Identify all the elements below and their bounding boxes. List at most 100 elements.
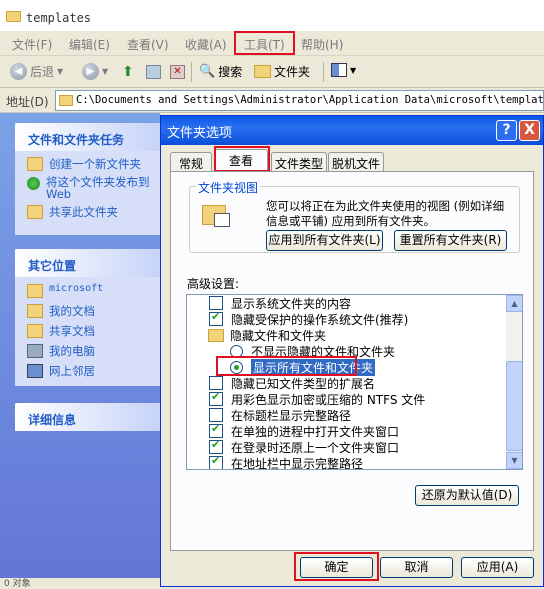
checkbox-checked[interactable]: [209, 422, 223, 438]
place-microsoft[interactable]: microsoft: [27, 283, 103, 298]
task-label: 共享此文件夹: [49, 205, 118, 219]
address-bar: 地址(D) C:\Documents and Settings\Administ…: [0, 88, 544, 113]
setting-row[interactable]: 在标题栏显示完整路径: [187, 407, 502, 423]
dropdown-icon: ▼: [350, 65, 357, 75]
back-arrow-icon: ◀: [10, 63, 27, 80]
scroll-up-arrow-icon[interactable]: ▲: [506, 295, 522, 312]
toolbar-separator: [191, 62, 192, 82]
help-icon: ?: [502, 122, 511, 138]
new-folder-icon: [27, 157, 43, 171]
description-line: 您可以将正在为此文件夹使用的视图 (例如详细: [266, 199, 505, 213]
setting-row[interactable]: 隐藏受保护的操作系统文件(推荐): [187, 310, 502, 327]
setting-label: 用彩色显示加密或压缩的 NTFS 文件: [231, 392, 426, 407]
other-places-panel: 其它位置 microsoft 我的文档 共享文档 我的电脑 网上邻居: [15, 249, 160, 386]
folders-label: 文件夹: [274, 65, 311, 79]
search-icon: 🔍: [199, 64, 216, 79]
globe-icon: [27, 177, 40, 190]
setting-row[interactable]: 显示系统文件夹的内容: [187, 295, 502, 311]
apply-button[interactable]: 应用(A): [461, 557, 534, 578]
close-button[interactable]: X: [519, 120, 540, 141]
help-button[interactable]: ?: [496, 120, 517, 141]
menu-file[interactable]: 文件(F): [12, 36, 52, 53]
reset-all-folders-button[interactable]: 重置所有文件夹(R): [394, 230, 507, 251]
setting-label: 在地址栏中显示完整路径: [231, 456, 364, 470]
forward-arrow-icon: ▶: [82, 63, 99, 80]
checkbox[interactable]: [209, 408, 223, 422]
place-my-documents[interactable]: 我的文档: [27, 303, 95, 319]
file-tasks-title[interactable]: 文件和文件夹任务: [15, 123, 160, 151]
menu-favorites[interactable]: 收藏(A): [185, 36, 227, 53]
setting-label: 隐藏受保护的操作系统文件(推荐): [231, 312, 409, 327]
advanced-settings-tree[interactable]: 显示系统文件夹的内容 隐藏受保护的操作系统文件(推荐) 隐藏文件和文件夹 不显示…: [186, 294, 523, 470]
up-folder-icon[interactable]: ⬆: [122, 65, 136, 79]
place-my-computer[interactable]: 我的电脑: [27, 343, 95, 359]
setting-row[interactable]: 用彩色显示加密或压缩的 NTFS 文件: [187, 390, 502, 407]
checkbox-checked[interactable]: [209, 438, 223, 454]
folders-button[interactable]: 文件夹: [254, 63, 310, 80]
menu-bar: 文件(F) 编辑(E) 查看(V) 收藏(A) 工具(T) 帮助(H): [0, 31, 544, 56]
checkbox[interactable]: [209, 296, 223, 310]
view-tab-highlight-box: [214, 146, 270, 172]
tree-scrollbar[interactable]: ▲ ▼: [506, 295, 522, 469]
file-tasks-panel: 文件和文件夹任务 创建一个新文件夹 将这个文件夹发布到 Web 共享此文件夹: [15, 123, 160, 235]
setting-row[interactable]: 在单独的进程中打开文件夹窗口: [187, 422, 502, 439]
setting-row[interactable]: 在登录时还原上一个文件夹窗口: [187, 438, 502, 455]
address-label: 地址(D): [6, 95, 49, 109]
delete-icon[interactable]: ✕: [170, 65, 185, 79]
status-bar: 0 对象: [0, 578, 160, 589]
forward-button[interactable]: ▶ ▼: [82, 63, 108, 80]
views-button[interactable]: ▼: [331, 63, 356, 77]
dialog-title: 文件夹选项: [167, 126, 233, 141]
tab-file-types[interactable]: 文件类型: [271, 152, 327, 171]
menu-edit[interactable]: 编辑(E): [69, 36, 110, 53]
menu-view[interactable]: 查看(V): [127, 36, 169, 53]
tab-offline-files[interactable]: 脱机文件: [328, 152, 384, 171]
place-label: 共享文档: [49, 324, 95, 338]
menu-tools[interactable]: 工具(T): [244, 36, 285, 53]
folder-views-icon: [202, 201, 230, 227]
place-network[interactable]: 网上邻居: [27, 363, 95, 379]
checkbox-checked[interactable]: [209, 390, 223, 406]
network-icon: [27, 364, 43, 378]
checkbox[interactable]: [209, 376, 223, 390]
scroll-thumb[interactable]: [506, 361, 522, 451]
my-documents-icon: [27, 304, 43, 318]
place-shared-documents[interactable]: 共享文档: [27, 323, 95, 339]
setting-row[interactable]: 隐藏已知文件类型的扩展名: [187, 375, 502, 391]
tab-general[interactable]: 常规: [170, 152, 212, 171]
checkbox-checked[interactable]: [209, 454, 223, 469]
address-input[interactable]: C:\Documents and Settings\Administrator\…: [55, 90, 544, 111]
back-button[interactable]: ◀ 后退 ▼: [10, 63, 63, 80]
place-label: 网上邻居: [49, 364, 95, 378]
setting-row[interactable]: 在地址栏中显示完整路径: [187, 454, 502, 470]
dialog-titlebar: 文件夹选项: [161, 116, 543, 145]
task-share-folder[interactable]: 共享此文件夹: [27, 204, 118, 220]
move-to-icon[interactable]: [146, 65, 161, 79]
shared-documents-icon: [27, 324, 43, 338]
share-folder-icon: [27, 205, 43, 219]
search-button[interactable]: 🔍 搜索: [199, 63, 242, 80]
task-publish-web[interactable]: 将这个文件夹发布到 Web: [27, 176, 150, 200]
menu-help[interactable]: 帮助(H): [301, 36, 343, 53]
cancel-button[interactable]: 取消: [380, 557, 453, 578]
folder-icon: [254, 65, 271, 78]
details-panel: 详细信息: [15, 403, 160, 431]
address-path: C:\Documents and Settings\Administrator\…: [76, 94, 544, 106]
setting-label: 显示系统文件夹的内容: [231, 296, 352, 311]
place-label: microsoft: [49, 283, 104, 294]
status-text: 0 对象: [4, 579, 31, 589]
details-title[interactable]: 详细信息: [15, 403, 160, 431]
setting-group-row: 隐藏文件和文件夹: [187, 327, 502, 343]
checkbox-checked[interactable]: [209, 310, 223, 326]
ok-highlight-box: [294, 552, 379, 581]
restore-defaults-button[interactable]: 还原为默认值(D): [415, 485, 519, 506]
folder-views-description: 您可以将正在为此文件夹使用的视图 (例如详细 信息或平铺) 应用到所有文件夹。: [266, 199, 504, 229]
show-all-files-highlight-box: [216, 356, 357, 376]
toolbar: ◀ 后退 ▼ ▶ ▼ ⬆ ✕ 🔍 搜索 文件夹 ▼: [0, 56, 544, 88]
task-label-web: Web: [46, 187, 72, 201]
other-places-title[interactable]: 其它位置: [15, 249, 160, 277]
scroll-down-arrow-icon[interactable]: ▼: [506, 452, 522, 469]
task-new-folder[interactable]: 创建一个新文件夹: [27, 156, 141, 172]
apply-to-all-folders-button[interactable]: 应用到所有文件夹(L): [266, 230, 383, 251]
window-titlebar: templates: [0, 0, 544, 31]
